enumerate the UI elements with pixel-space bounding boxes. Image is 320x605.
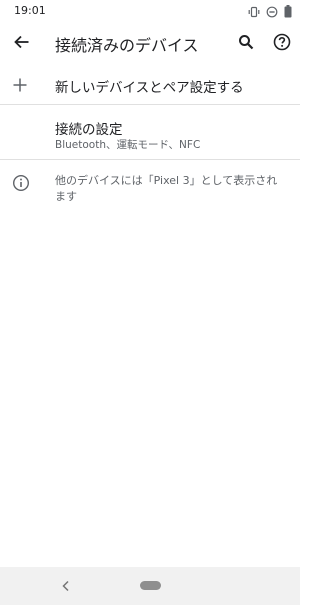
connection-settings-title: 接続の設定	[55, 122, 123, 138]
info-icon	[11, 173, 31, 193]
search-button[interactable]	[232, 30, 260, 58]
divider	[0, 104, 300, 105]
arrow-back-icon	[13, 33, 31, 55]
nav-back-button[interactable]	[56, 576, 76, 596]
vibrate-icon	[248, 6, 260, 18]
connection-settings-summary: Bluetooth、運転モード、NFC	[55, 139, 201, 151]
home-pill-icon[interactable]	[140, 581, 161, 590]
nav-back-icon	[61, 577, 71, 596]
status-icons	[248, 5, 292, 18]
do-not-disturb-icon	[266, 6, 278, 18]
pair-new-device-item[interactable]: 新しいデバイスとペア設定する	[0, 66, 300, 104]
app-bar: 接続済みのデバイス	[0, 24, 300, 64]
status-bar: 19:01	[0, 0, 300, 24]
back-button[interactable]	[8, 30, 36, 58]
search-icon	[238, 34, 254, 54]
device-name-info: 他のデバイスには「Pixel 3」として表示されます	[0, 168, 300, 208]
battery-icon	[284, 5, 292, 18]
divider	[0, 159, 300, 160]
help-icon	[273, 33, 291, 55]
status-time: 19:01	[14, 4, 46, 17]
plus-icon	[10, 75, 30, 95]
navigation-bar	[0, 567, 300, 605]
help-button[interactable]	[268, 30, 296, 58]
connection-settings-item[interactable]: 接続の設定 Bluetooth、運転モード、NFC	[0, 108, 300, 158]
page-title: 接続済みのデバイス	[55, 36, 199, 55]
device-name-info-text: 他のデバイスには「Pixel 3」として表示されます	[55, 174, 278, 203]
pair-new-device-label: 新しいデバイスとペア設定する	[55, 80, 244, 96]
